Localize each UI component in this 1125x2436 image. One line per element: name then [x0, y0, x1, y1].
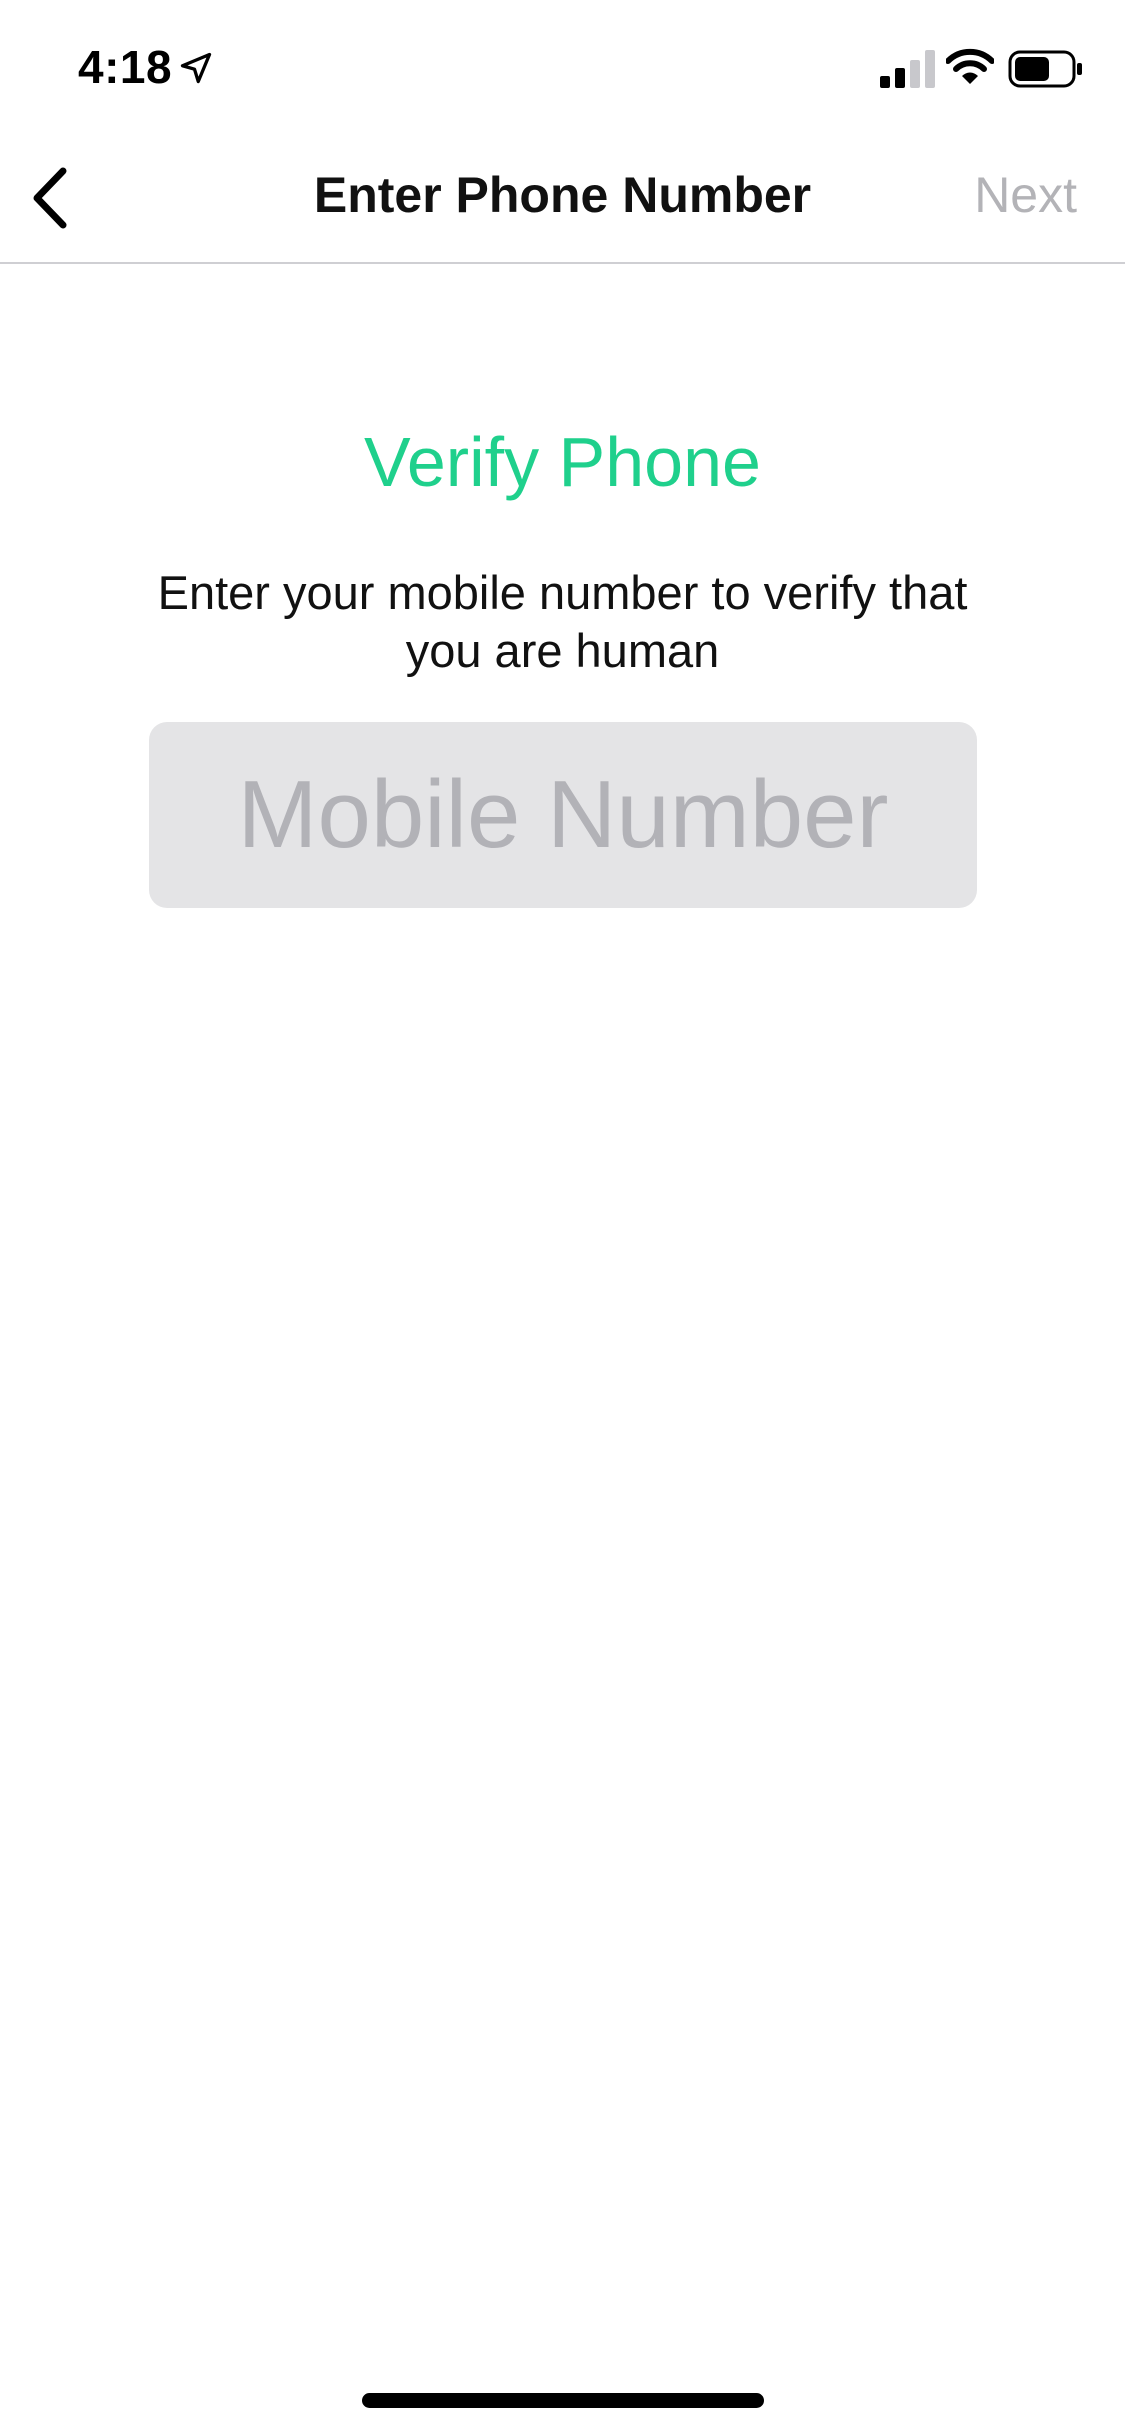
next-button[interactable]: Next [974, 166, 1077, 224]
battery-icon [1008, 50, 1082, 88]
cellular-signal-icon [880, 50, 935, 88]
mobile-number-input[interactable] [149, 722, 977, 908]
wifi-icon [946, 48, 994, 84]
navigation-bar: Enter Phone Number Next [0, 132, 1125, 264]
verify-phone-screen: 4:18 Enter Phone Number Next Verify Phon… [0, 0, 1125, 2436]
location-arrow-icon [180, 52, 212, 84]
page-title: Enter Phone Number [313, 167, 812, 223]
verify-phone-heading: Verify Phone [364, 423, 761, 501]
status-time: 4:18 [78, 41, 173, 93]
home-indicator[interactable] [362, 2393, 764, 2408]
verify-phone-subtitle: Enter your mobile number to verify that … [157, 566, 968, 677]
status-bar: 4:18 [0, 0, 1125, 132]
